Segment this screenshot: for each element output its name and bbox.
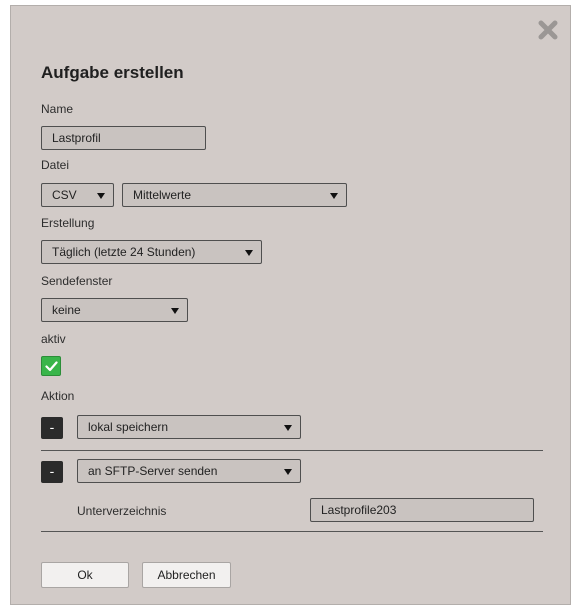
aktiv-label: aktiv — [41, 332, 66, 346]
sendefenster-label: Sendefenster — [41, 274, 113, 288]
erstellung-label: Erstellung — [41, 216, 95, 230]
subdirectory-label: Unterverzeichnis — [77, 504, 167, 518]
remove-action-button[interactable]: - — [41, 417, 63, 439]
divider — [41, 531, 543, 532]
file-format-value: CSV — [52, 188, 77, 202]
aktion-label: Aktion — [41, 389, 75, 403]
remove-action-button[interactable]: - — [41, 461, 63, 483]
creation-interval-select[interactable]: Täglich (letzte 24 Stunden) — [41, 240, 262, 264]
action-value: an SFTP-Server senden — [88, 464, 218, 478]
close-icon[interactable] — [536, 18, 560, 42]
cancel-button[interactable]: Abbrechen — [142, 562, 231, 588]
send-window-select[interactable]: keine — [41, 298, 188, 322]
file-format-select[interactable]: CSV — [41, 183, 114, 207]
divider — [41, 450, 543, 451]
send-window-value: keine — [52, 303, 81, 317]
action-select[interactable]: an SFTP-Server senden — [77, 459, 301, 483]
file-type-value: Mittelwerte — [133, 188, 192, 202]
file-type-select[interactable]: Mittelwerte — [122, 183, 347, 207]
action-select[interactable]: lokal speichern — [77, 415, 301, 439]
create-task-dialog: Aufgabe erstellen Name Lastprofil Datei … — [10, 5, 571, 605]
action-value: lokal speichern — [88, 420, 169, 434]
dialog-title: Aufgabe erstellen — [41, 63, 184, 82]
name-input[interactable]: Lastprofil — [41, 126, 206, 150]
name-label: Name — [41, 102, 74, 116]
creation-interval-value: Täglich (letzte 24 Stunden) — [52, 245, 196, 259]
ok-button[interactable]: Ok — [41, 562, 129, 588]
active-checkbox[interactable] — [41, 356, 61, 376]
checkmark-icon — [45, 361, 58, 372]
subdirectory-input[interactable]: Lastprofile203 — [310, 498, 534, 522]
datei-label: Datei — [41, 158, 70, 172]
